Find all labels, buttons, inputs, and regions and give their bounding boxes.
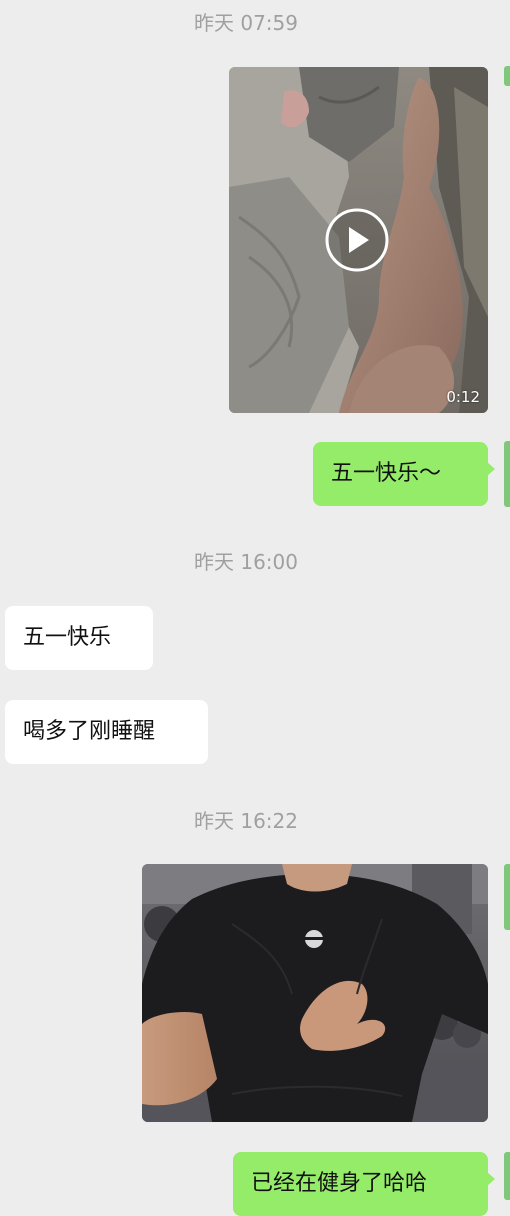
video-thumbnail: [229, 67, 488, 413]
timestamp: 昨天 16:22: [194, 809, 298, 833]
gym-photo: [142, 864, 488, 1122]
avatar[interactable]: [504, 66, 510, 86]
play-circle-icon[interactable]: [325, 208, 389, 272]
image-message[interactable]: [142, 864, 488, 1122]
message-bubble-outgoing[interactable]: 五一快乐～: [313, 442, 495, 506]
timestamp: 昨天 16:00: [194, 550, 298, 574]
message-text: 喝多了刚睡醒: [23, 719, 156, 744]
video-duration: 0:12: [446, 388, 480, 406]
avatar[interactable]: [504, 1152, 510, 1200]
message-text: 已经在健身了哈哈: [251, 1171, 428, 1196]
avatar[interactable]: [504, 864, 510, 930]
message-bubble-incoming[interactable]: 喝多了刚睡醒: [5, 700, 208, 764]
message-bubble-incoming[interactable]: 五一快乐: [5, 606, 153, 670]
message-text: 五一快乐～: [331, 461, 442, 486]
message-bubble-outgoing[interactable]: 已经在健身了哈哈: [233, 1152, 495, 1216]
video-message[interactable]: 0:12: [229, 67, 488, 413]
timestamp: 昨天 07:59: [194, 11, 298, 35]
avatar[interactable]: [504, 441, 510, 507]
message-text: 五一快乐: [23, 625, 112, 650]
